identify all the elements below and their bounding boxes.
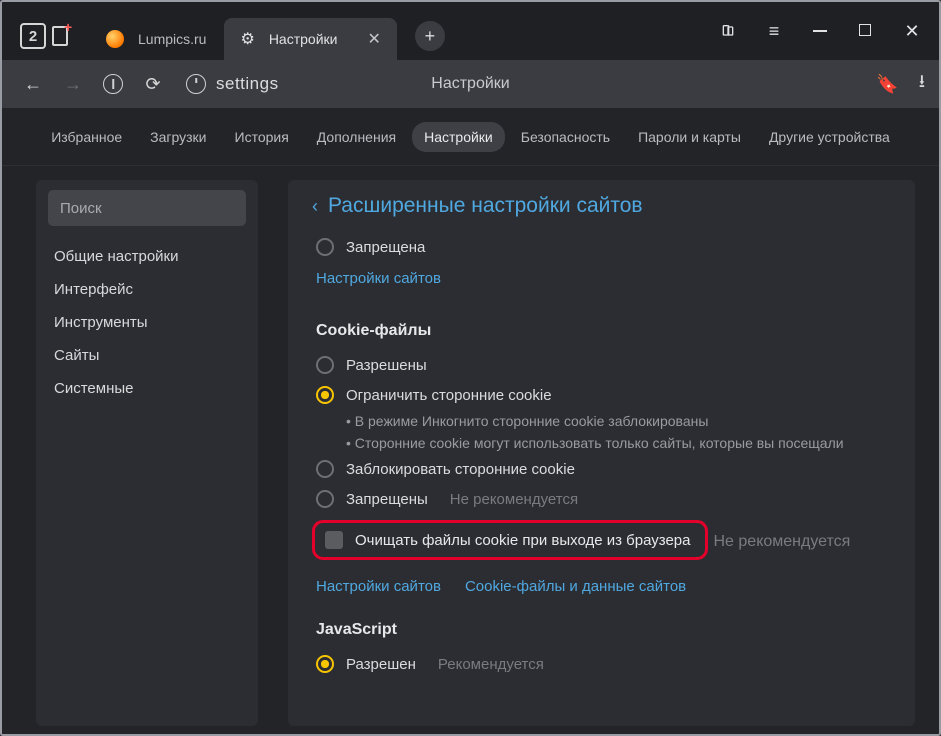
- highlighted-clear-cookies[interactable]: Очищать файлы cookie при выходе из брауз…: [312, 520, 708, 560]
- panel-title: Расширенные настройки сайтов: [328, 194, 643, 218]
- radio-icon-selected: [316, 655, 334, 673]
- radio-icon-selected: [316, 386, 334, 404]
- menu-icon[interactable]: ≡: [751, 11, 797, 51]
- titlebar: 2 + Lumpics.ru ⚙ Настройки ✕ + ≡ ✕: [2, 2, 939, 60]
- link-site-settings-top[interactable]: Настройки сайтов: [316, 270, 441, 287]
- address-text: settings: [216, 74, 279, 94]
- tab-settings[interactable]: ⚙ Настройки ✕: [224, 18, 396, 60]
- radio-icon: [316, 490, 334, 508]
- nav-downloads[interactable]: Загрузки: [138, 122, 218, 152]
- sidebar-item-system[interactable]: Системные: [36, 372, 258, 405]
- main-panel: ‹ Расширенные настройки сайтов Запрещена…: [288, 180, 915, 726]
- collections-icon[interactable]: [705, 11, 751, 51]
- maximize-button[interactable]: [843, 11, 889, 51]
- yandex-home-icon[interactable]: [96, 67, 130, 101]
- nav-history[interactable]: История: [223, 122, 301, 152]
- link-site-settings[interactable]: Настройки сайтов: [316, 578, 441, 595]
- tab-label: Lumpics.ru: [138, 31, 206, 47]
- row-label: Разрешен: [346, 656, 416, 673]
- tab-label: Настройки: [269, 31, 338, 47]
- downloads-icon[interactable]: ⭳: [919, 69, 925, 99]
- section-cookie: Cookie-файлы: [316, 322, 897, 340]
- gear-icon: ⚙: [240, 29, 254, 49]
- panel-header[interactable]: ‹ Расширенные настройки сайтов: [312, 194, 897, 218]
- section-javascript: JavaScript: [316, 621, 897, 639]
- nav-passwords[interactable]: Пароли и карты: [626, 122, 753, 152]
- content-area: Поиск Общие настройки Интерфейс Инструме…: [2, 166, 939, 736]
- lumpics-favicon: [106, 30, 124, 48]
- tab-counter[interactable]: 2: [20, 23, 46, 49]
- nav-security[interactable]: Безопасность: [509, 122, 622, 152]
- new-tab-button[interactable]: +: [415, 21, 445, 51]
- row-label: Заблокировать сторонние cookie: [346, 461, 575, 478]
- app-window: { "titlebar": { "tab_counter": "2", "tab…: [0, 0, 941, 736]
- settings-sidebar: Поиск Общие настройки Интерфейс Инструме…: [36, 180, 258, 726]
- page-title: Настройки: [431, 75, 509, 93]
- checkbox-label: Очищать файлы cookie при выходе из брауз…: [355, 532, 691, 549]
- nav-other-devices[interactable]: Другие устройства: [757, 122, 902, 152]
- reload-button[interactable]: ⟳: [136, 67, 170, 101]
- link-cookie-data[interactable]: Cookie-файлы и данные сайтов: [465, 578, 686, 595]
- row-cookie-allowed[interactable]: Разрешены: [316, 350, 897, 380]
- bookmark-icon[interactable]: 🔖: [876, 74, 898, 95]
- tab-lumpics[interactable]: Lumpics.ru: [90, 18, 222, 60]
- chevron-left-icon: ‹: [312, 196, 318, 217]
- row-label: Запрещены: [346, 491, 428, 508]
- row-js-allowed[interactable]: Разрешен Рекомендуется: [316, 649, 897, 679]
- minimize-button[interactable]: [797, 11, 843, 51]
- sidebar-item-tools[interactable]: Инструменты: [36, 306, 258, 339]
- radio-icon: [316, 460, 334, 478]
- row-label: Ограничить сторонние cookie: [346, 387, 552, 404]
- search-placeholder: Поиск: [60, 200, 102, 217]
- window-controls: ≡ ✕: [701, 2, 939, 60]
- sidebar-search[interactable]: Поиск: [48, 190, 246, 226]
- nav-addons[interactable]: Дополнения: [305, 122, 408, 152]
- radio-icon: [316, 238, 334, 256]
- address-field[interactable]: settings Настройки: [176, 74, 870, 94]
- sidebar-item-interface[interactable]: Интерфейс: [36, 273, 258, 306]
- cookie-note-2: • Сторонние cookie могут использовать то…: [316, 432, 897, 454]
- note-recommended: Рекомендуется: [438, 656, 544, 673]
- note-not-recommended-2: Не рекомендуется: [714, 533, 851, 551]
- forward-button[interactable]: →: [56, 67, 90, 101]
- new-window-icon[interactable]: +: [52, 24, 74, 48]
- row-cookie-denied[interactable]: Запрещены Не рекомендуется: [316, 484, 897, 514]
- settings-top-nav: Избранное Загрузки История Дополнения На…: [2, 108, 939, 166]
- site-info-icon[interactable]: [186, 74, 206, 94]
- close-tab-icon[interactable]: ✕: [367, 29, 380, 49]
- row-label: Разрешены: [346, 357, 427, 374]
- cookie-note-1: • В режиме Инкогнито сторонние cookie за…: [316, 410, 897, 432]
- row-cookie-limit[interactable]: Ограничить сторонние cookie: [316, 380, 897, 410]
- row-cookie-block-third[interactable]: Заблокировать сторонние cookie: [316, 454, 897, 484]
- sidebar-item-general[interactable]: Общие настройки: [36, 240, 258, 273]
- sidebar-item-sites[interactable]: Сайты: [36, 339, 258, 372]
- address-bar: ← → ⟳ settings Настройки 🔖 ⭳: [2, 60, 939, 108]
- note-not-recommended: Не рекомендуется: [450, 491, 578, 508]
- nav-favorites[interactable]: Избранное: [39, 122, 134, 152]
- back-button[interactable]: ←: [16, 67, 50, 101]
- nav-settings[interactable]: Настройки: [412, 122, 505, 152]
- radio-icon: [316, 356, 334, 374]
- row-denied[interactable]: Запрещена: [316, 232, 897, 262]
- close-window-button[interactable]: ✕: [889, 11, 935, 51]
- tab-strip: 2 + Lumpics.ru ⚙ Настройки ✕ +: [2, 2, 701, 60]
- checkbox-icon[interactable]: [325, 531, 343, 549]
- row-label: Запрещена: [346, 239, 425, 256]
